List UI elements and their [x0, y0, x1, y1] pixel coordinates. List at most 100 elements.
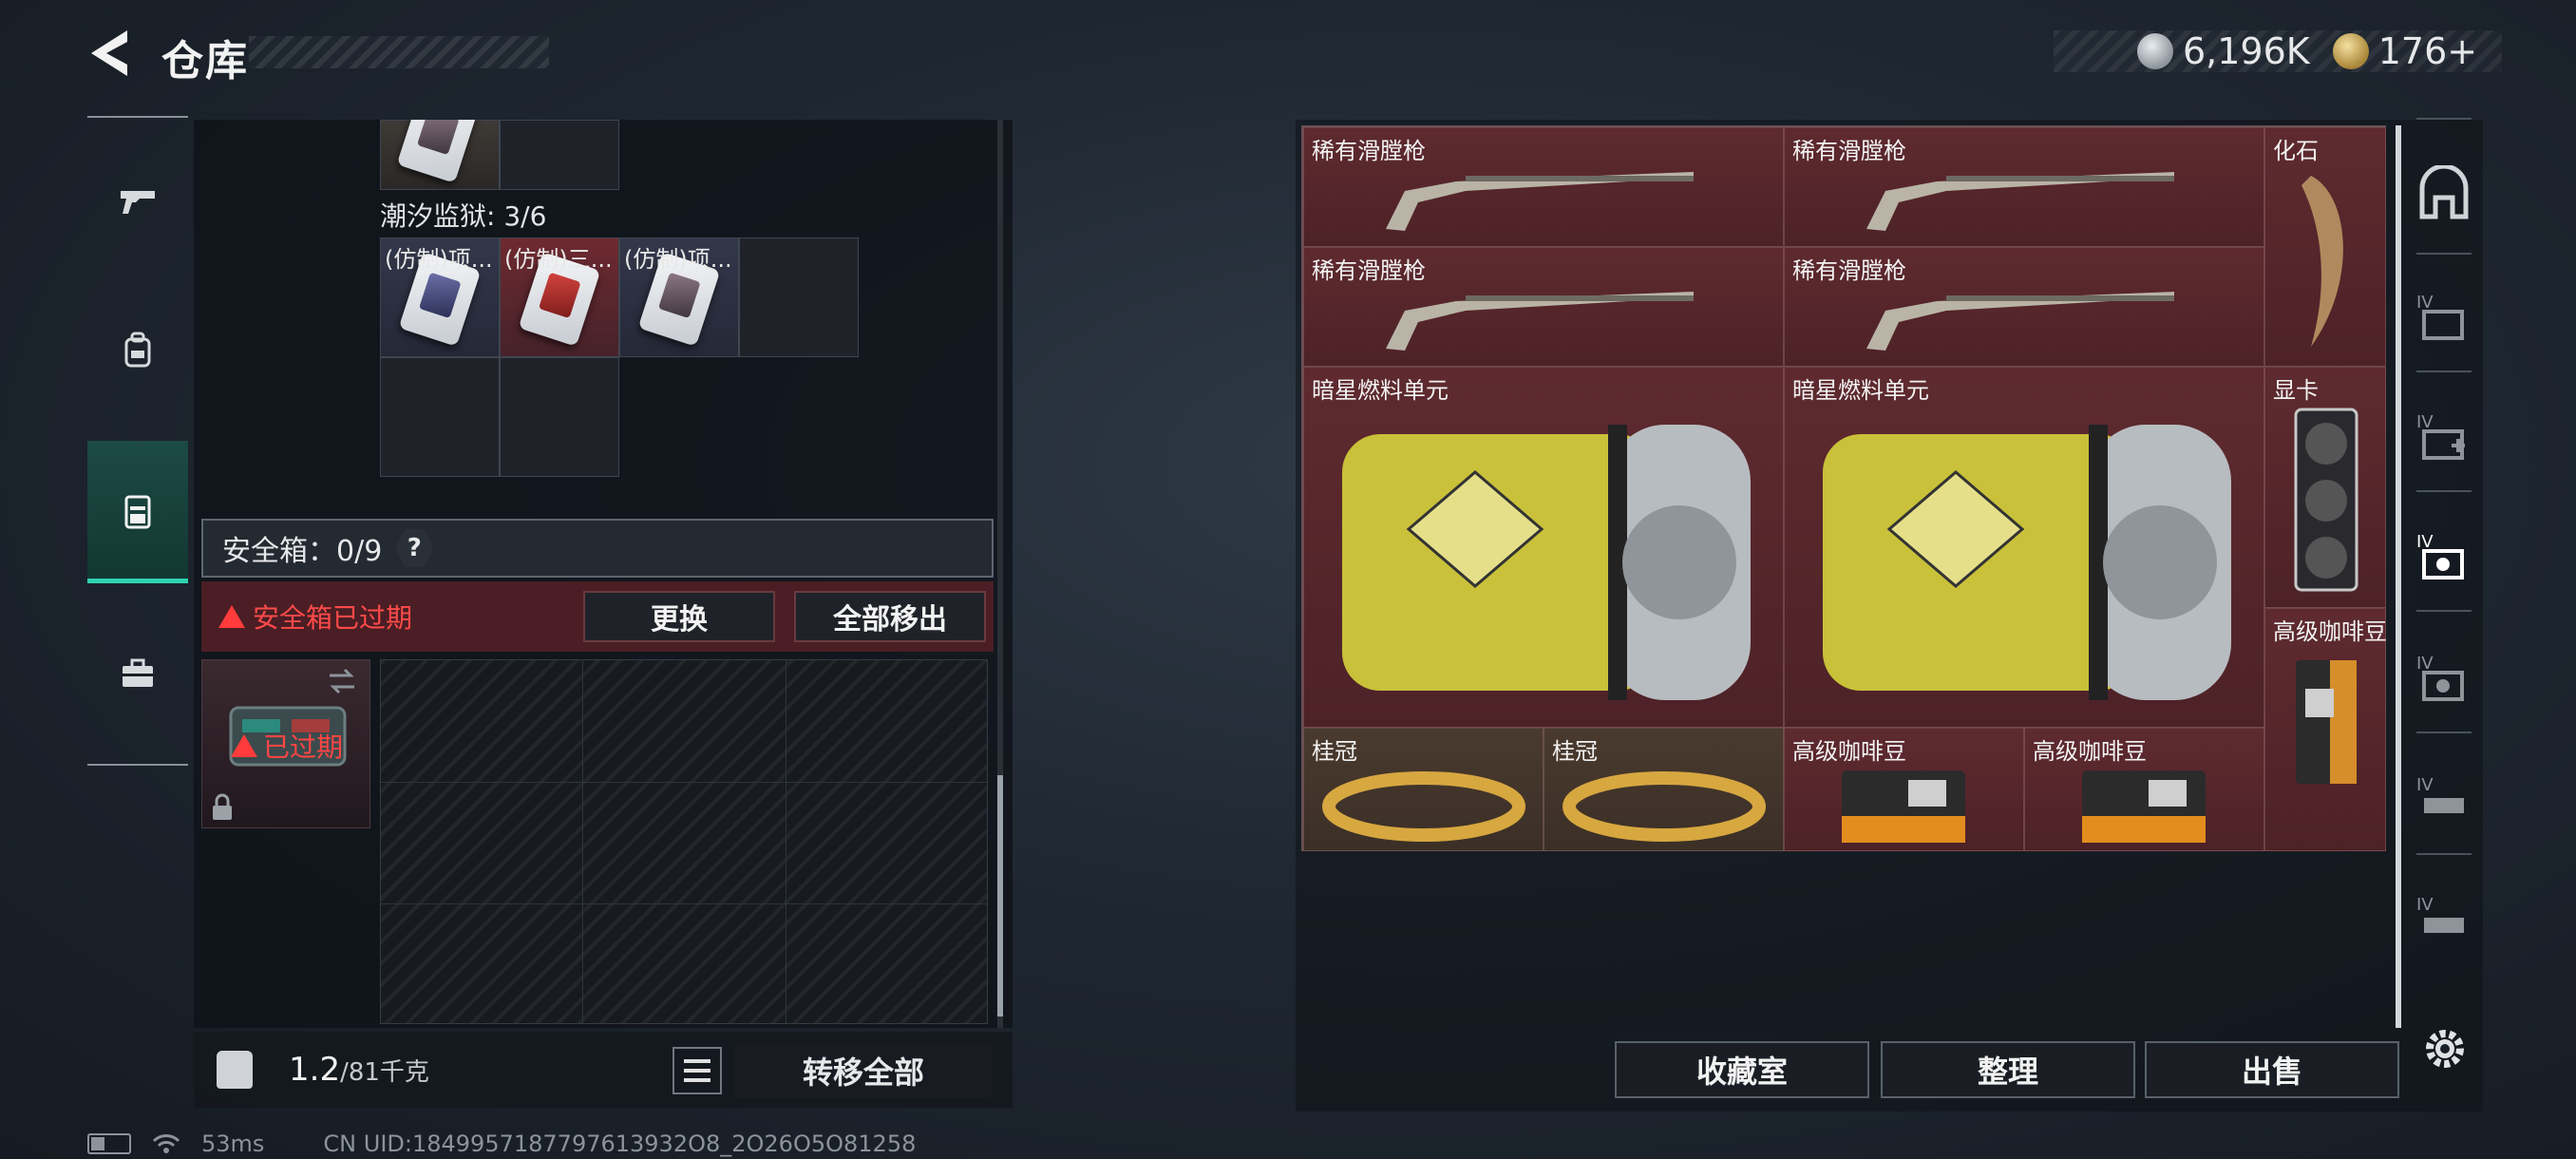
sell-button[interactable]: 出售	[2145, 1041, 2399, 1098]
stash-tab-2-icon[interactable]: IV	[2415, 407, 2473, 466]
stash-item-musket[interactable]: 稀有滑膛枪	[1784, 127, 2264, 247]
weight-bar: 1.2/81千克 转移全部	[194, 1032, 1013, 1108]
card-label: (仿制)三...	[504, 246, 613, 273]
grid-cell[interactable]	[380, 357, 500, 477]
lock-icon	[213, 793, 232, 820]
safebox-grid[interactable]	[380, 659, 988, 1024]
svg-text:IV: IV	[2416, 895, 2434, 915]
weight-readout: 1.2/81千克	[289, 1051, 429, 1089]
back-arrow-icon[interactable]	[84, 25, 141, 82]
transfer-all-button[interactable]: 转移全部	[735, 1043, 992, 1098]
inventory-scroll-thumb[interactable]	[997, 775, 1003, 1016]
inventory-panel: 潮汐监狱: 3/6 (仿制)项... (仿制)三... (仿制)项... 安全箱…	[194, 120, 1013, 1028]
item-label: 高级咖啡豆	[1792, 738, 1906, 765]
item-label: 暗星燃料单元	[1312, 377, 1449, 404]
stash-item-coffee[interactable]: 高级咖啡豆	[1784, 728, 2024, 851]
grid-cell[interactable]	[500, 357, 619, 477]
stash-item-fossil[interactable]: 化石	[2264, 127, 2386, 367]
coffee-bag-icon	[2082, 770, 2206, 843]
left-nav-rail	[87, 116, 188, 766]
laurel-crown-icon	[1322, 771, 1525, 842]
currency-gold[interactable]: 176+	[2332, 30, 2477, 72]
card-label: (仿制)项...	[624, 246, 732, 273]
safebox-item[interactable]: 已过期	[201, 659, 370, 828]
item-label: 显卡	[2273, 377, 2319, 404]
card-slot[interactable]: (仿制)三...	[500, 238, 619, 357]
musket-icon	[1386, 172, 1694, 231]
stash-tab-3-icon[interactable]: IV	[2415, 526, 2473, 585]
stash-item-laurel[interactable]: 桂冠	[1544, 728, 1784, 851]
backpack-icon	[124, 332, 151, 368]
item-label: 化石	[2273, 138, 2319, 164]
stash-all-icon[interactable]	[2415, 165, 2473, 224]
gear-icon[interactable]	[2418, 1022, 2472, 1075]
stash-tab-4-icon[interactable]: IV	[2415, 648, 2473, 707]
grid-cell	[500, 120, 619, 190]
card-slot[interactable]: (仿制)项...	[380, 238, 500, 357]
expired-warning-text: 安全箱已过期	[253, 602, 413, 634]
svg-text:IV: IV	[2416, 654, 2434, 674]
musket-icon	[1866, 172, 2174, 231]
stash-tab-6-icon[interactable]: IV	[2415, 889, 2473, 948]
rail-item-backpack[interactable]	[87, 279, 188, 422]
rail-item-weapon[interactable]	[87, 129, 188, 272]
safebox-expired-bar: 安全箱已过期 更换 全部移出	[201, 581, 994, 652]
page-title: 仓库	[161, 37, 249, 86]
title-stripe	[249, 36, 549, 68]
currency-bar: 6,196K 176+	[2054, 30, 2502, 72]
remove-all-button[interactable]: 全部移出	[794, 591, 986, 642]
stash-item-musket[interactable]: 稀有滑膛枪	[1784, 247, 2264, 367]
musket-icon	[1866, 292, 2174, 351]
svg-text:IV: IV	[2416, 775, 2434, 795]
coffee-bag-icon	[1842, 770, 1965, 843]
toolbox-icon	[123, 658, 153, 687]
stash-item-musket[interactable]: 稀有滑膛枪	[1303, 127, 1784, 247]
laurel-crown-icon	[1563, 771, 1766, 842]
help-button[interactable]: ?	[395, 529, 434, 567]
grid-cell[interactable]	[739, 238, 859, 357]
gpu-icon	[2294, 408, 2358, 592]
stash-tab-1-icon[interactable]: IV	[2415, 287, 2473, 346]
gold-coin-icon	[2332, 33, 2369, 69]
svg-text:IV: IV	[2416, 532, 2434, 552]
expired-warning: 安全箱已过期	[218, 598, 412, 636]
fuel-cell-icon	[1823, 425, 2231, 700]
stash-item-fuel-cell[interactable]: 暗星燃料单元	[1303, 367, 1784, 728]
stash-scrollbar[interactable]	[2396, 125, 2401, 1028]
pistol-icon	[121, 191, 155, 214]
warning-icon	[218, 605, 245, 628]
expired-status: 已过期	[231, 727, 343, 765]
fossil-claw-icon	[2301, 176, 2343, 347]
rail-item-toolbox[interactable]	[87, 602, 188, 745]
item-label: 暗星燃料单元	[1792, 377, 1929, 404]
stash-item-gpu[interactable]: 显卡	[2264, 367, 2386, 608]
svg-text:IV: IV	[2416, 293, 2434, 313]
card-slot[interactable]: (仿制)项...	[619, 238, 739, 357]
warning-icon	[231, 734, 257, 757]
swap-icon[interactable]	[326, 668, 358, 694]
replace-button[interactable]: 更换	[583, 591, 775, 642]
battery-icon	[87, 1133, 131, 1154]
stash-item-coffee[interactable]: 高级咖啡豆	[2024, 728, 2264, 851]
rail-item-chest-rig[interactable]	[87, 441, 188, 583]
stash-side-tabs: IV IV IV IV IV IV	[2405, 118, 2483, 1003]
container-label: 潮汐监狱: 3/6	[380, 200, 547, 232]
item-label: 高级咖啡豆	[2033, 738, 2147, 765]
wifi-icon	[152, 1134, 180, 1153]
organize-button[interactable]: 整理	[1881, 1041, 2135, 1098]
stash-item-musket[interactable]: 稀有滑膛枪	[1303, 247, 1784, 367]
coffee-bag-icon	[2296, 660, 2357, 784]
stash-grid: 稀有滑膛枪 稀有滑膛枪 化石 稀有滑膛枪 稀有滑膛枪 暗星燃料单元 暗星燃料单元…	[1301, 125, 2387, 851]
svg-text:IV: IV	[2416, 412, 2434, 432]
stash-item-coffee[interactable]: 高级咖啡豆	[2264, 608, 2387, 851]
currency-silver-value: 6,196K	[2183, 30, 2310, 72]
safebox-label: 安全箱：0/9	[222, 535, 383, 568]
stash-tab-5-icon[interactable]: IV	[2415, 770, 2473, 828]
grid-cell-partial[interactable]	[380, 120, 500, 190]
list-view-button[interactable]	[672, 1047, 722, 1094]
stash-item-laurel[interactable]: 桂冠	[1303, 728, 1544, 851]
item-label: 高级咖啡豆	[2273, 618, 2387, 645]
fuel-cell-icon	[1342, 425, 1751, 700]
stash-item-fuel-cell[interactable]: 暗星燃料单元	[1784, 367, 2264, 728]
collection-room-button[interactable]: 收藏室	[1615, 1041, 1869, 1098]
